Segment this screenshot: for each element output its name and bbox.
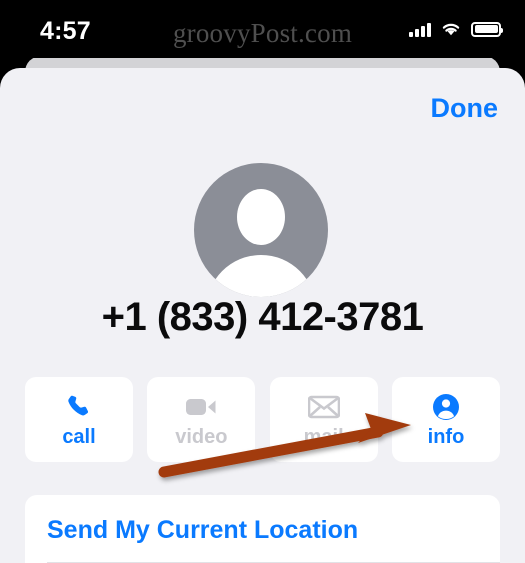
envelope-icon — [307, 392, 341, 422]
info-button-label: info — [427, 426, 465, 448]
mail-button: mail — [269, 377, 378, 462]
done-button[interactable]: Done — [431, 93, 499, 124]
call-button-label: call — [62, 426, 96, 448]
contact-phone-number: +1 (833) 412-3781 — [101, 295, 424, 339]
avatar-body-shape — [206, 255, 316, 297]
status-bar-indicators — [409, 18, 503, 40]
battery-icon — [471, 21, 503, 37]
iphone-screen: 4:57 groovyPost.com Done +1 (833) 412-37… — [0, 0, 525, 563]
phone-icon — [62, 392, 96, 422]
contact-options-card: Send My Current Location — [25, 495, 500, 563]
send-my-current-location-row[interactable]: Send My Current Location — [47, 516, 358, 545]
avatar-head-shape — [237, 189, 285, 245]
video-button-label: video — [175, 426, 228, 448]
call-button[interactable]: call — [25, 377, 133, 462]
wifi-icon — [442, 23, 460, 36]
status-bar: 4:57 groovyPost.com — [0, 0, 525, 58]
contact-action-row: call video mail info — [25, 377, 500, 462]
cellular-signal-icon — [409, 22, 431, 37]
person-circle-icon — [429, 392, 463, 422]
avatar — [194, 163, 328, 297]
info-button[interactable]: info — [391, 377, 500, 462]
video-camera-icon — [184, 392, 218, 422]
mail-button-label: mail — [303, 426, 344, 448]
video-button: video — [147, 377, 256, 462]
